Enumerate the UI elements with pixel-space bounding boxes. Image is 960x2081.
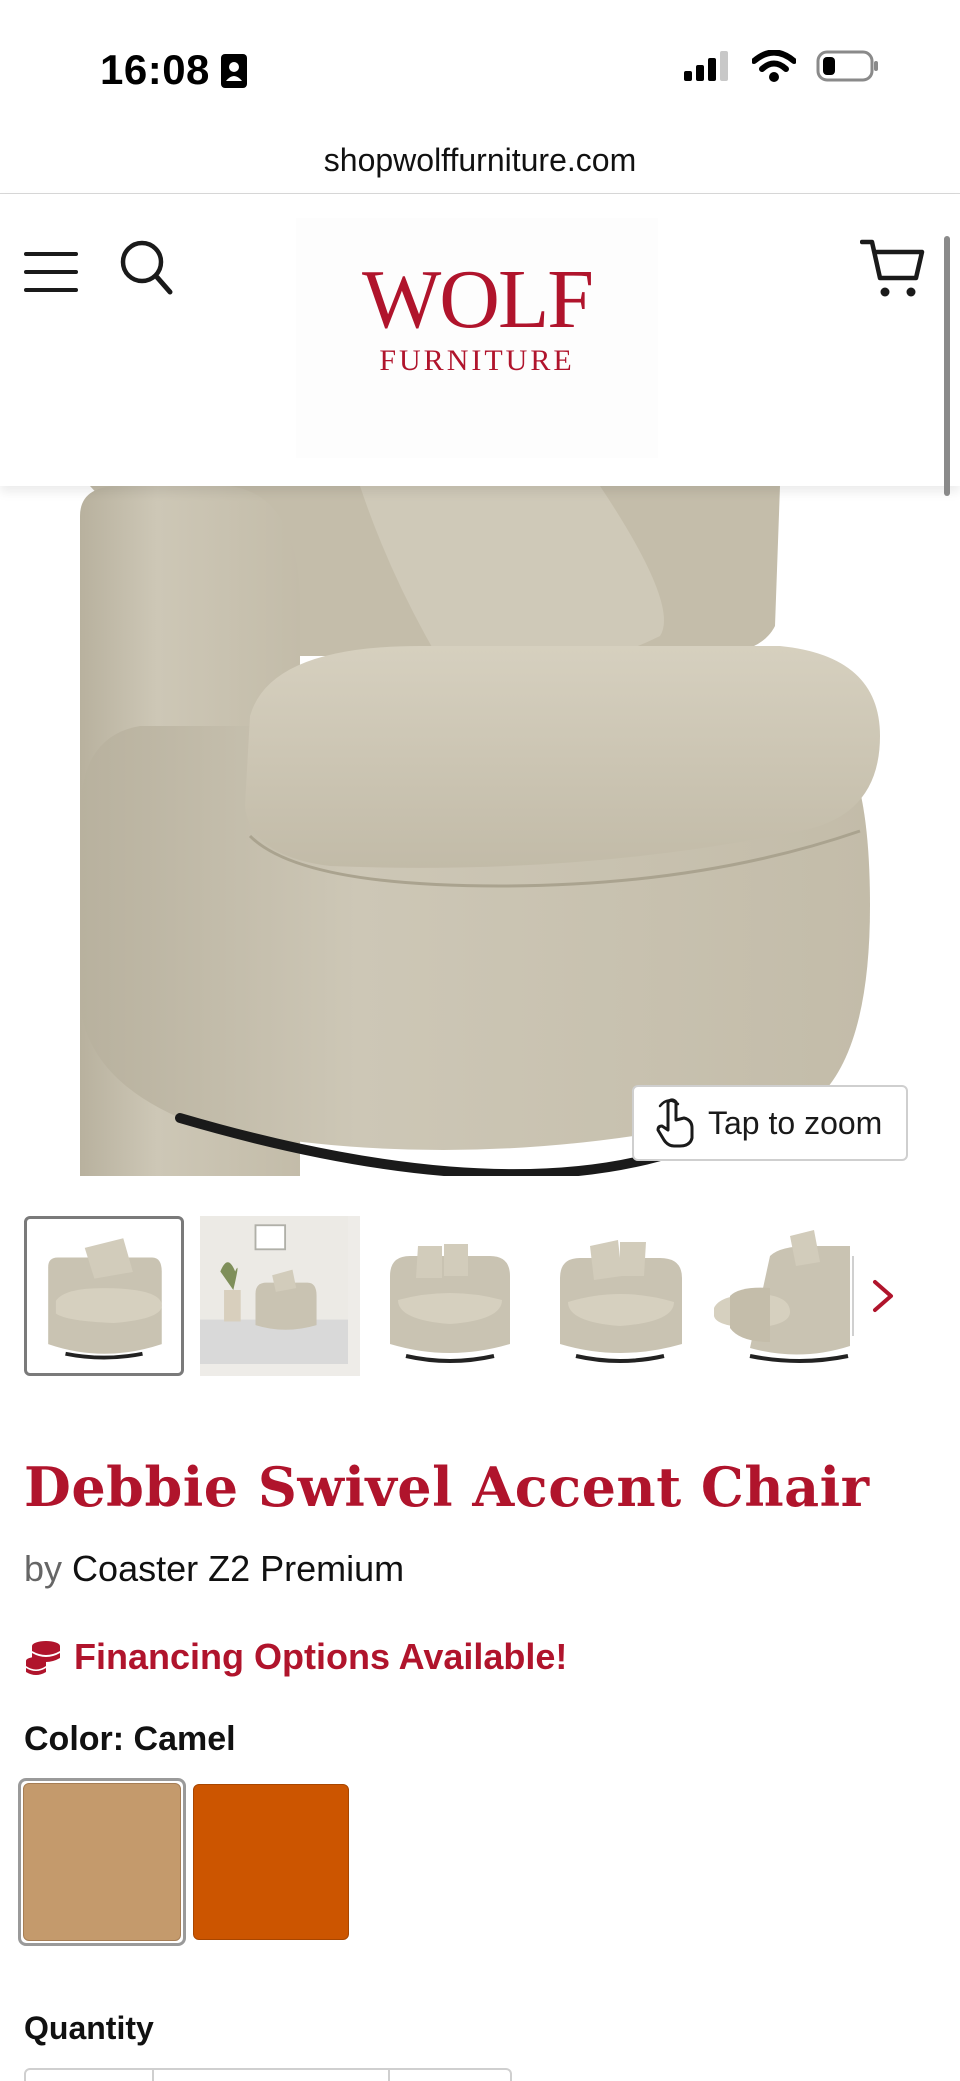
brand-line: by Coaster Z2 Premium bbox=[24, 1548, 404, 1590]
thumbnail-chair-side-image bbox=[714, 1230, 850, 1363]
cart-icon[interactable] bbox=[860, 238, 926, 300]
thumbnail-next-button[interactable] bbox=[852, 1256, 912, 1336]
thumbnail-chair-angle-image bbox=[560, 1240, 682, 1363]
wifi-icon bbox=[752, 50, 796, 82]
site-header: WOLF FURNITURE bbox=[0, 194, 960, 486]
brand-prefix: by bbox=[24, 1548, 63, 1589]
logo-wordmark: WOLF bbox=[362, 253, 594, 346]
tap-to-zoom-button[interactable]: Tap to zoom bbox=[632, 1085, 908, 1161]
coins-icon bbox=[26, 1641, 60, 1675]
thumbnail-4[interactable] bbox=[540, 1216, 700, 1376]
status-bar: 16:08 bbox=[0, 0, 960, 130]
financing-link[interactable]: Financing Options Available! bbox=[24, 1636, 567, 1678]
thumbnail-2[interactable] bbox=[200, 1216, 360, 1376]
chevron-right-icon bbox=[873, 1280, 893, 1312]
url-text[interactable]: shopwolffurniture.com bbox=[324, 142, 636, 178]
store-logo[interactable]: WOLF FURNITURE bbox=[296, 218, 658, 458]
brand-link[interactable]: Coaster Z2 Premium bbox=[72, 1548, 404, 1589]
financing-text[interactable]: Financing Options Available! bbox=[74, 1636, 567, 1678]
thumbnail-room-image bbox=[200, 1216, 348, 1364]
status-time: 16:08 bbox=[100, 46, 210, 93]
chair-image bbox=[80, 486, 880, 1176]
quantity-divider bbox=[388, 2070, 390, 2081]
logo-subtitle: FURNITURE bbox=[379, 344, 575, 377]
thumbnail-5[interactable] bbox=[710, 1216, 852, 1376]
zoom-label: Tap to zoom bbox=[708, 1104, 883, 1141]
battery-icon bbox=[816, 50, 878, 82]
thumbnail-strip bbox=[0, 1208, 960, 1378]
swatch-camel[interactable] bbox=[23, 1783, 181, 1941]
quantity-divider bbox=[152, 2070, 154, 2081]
contact-card-icon bbox=[221, 54, 247, 88]
thumbnail-chair-front-image bbox=[390, 1244, 510, 1363]
thumbnail-1[interactable] bbox=[24, 1216, 184, 1376]
scrollbar[interactable] bbox=[944, 236, 950, 496]
quantity-label: Quantity bbox=[24, 2010, 154, 2046]
hamburger-menu-icon[interactable] bbox=[24, 250, 80, 294]
cellular-signal-icon bbox=[684, 51, 728, 81]
swatch-orange[interactable] bbox=[193, 1784, 349, 1940]
product-image[interactable] bbox=[0, 486, 960, 1176]
thumbnail-3[interactable] bbox=[370, 1216, 530, 1376]
hand-tap-icon bbox=[656, 1098, 694, 1148]
search-icon[interactable] bbox=[118, 238, 174, 298]
product-title: Debbie Swivel Accent Chair bbox=[24, 1455, 870, 1519]
address-bar[interactable]: shopwolffurniture.com bbox=[0, 130, 960, 194]
quantity-stepper[interactable] bbox=[24, 2068, 512, 2081]
thumbnail-chair-image bbox=[48, 1238, 162, 1360]
color-label: Color: Camel bbox=[24, 1720, 236, 1758]
status-icons bbox=[684, 50, 880, 82]
